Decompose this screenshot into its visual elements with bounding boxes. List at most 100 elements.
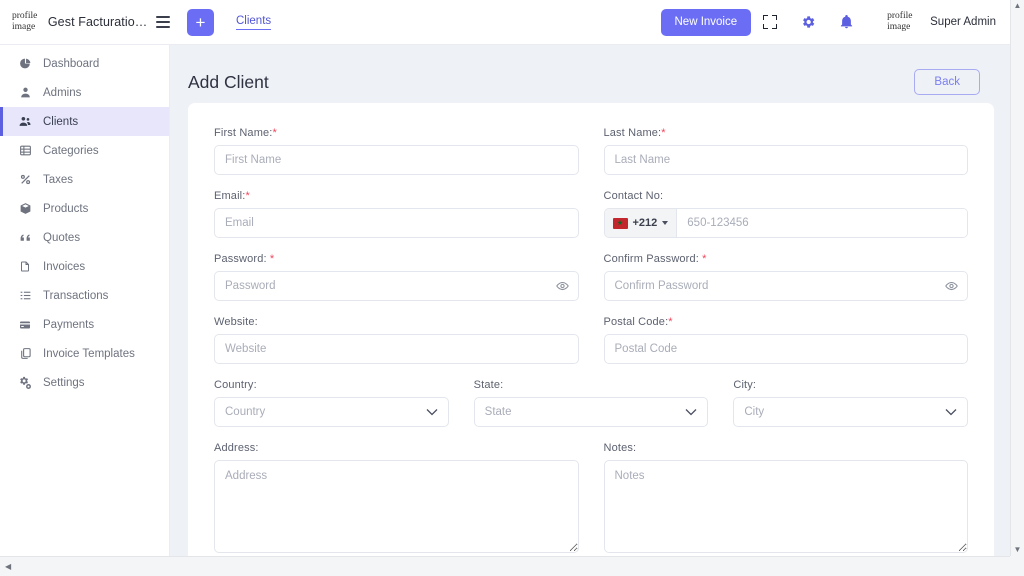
sidebar-item-quotes[interactable]: Quotes [0,223,169,252]
sidebar-item-label: Payments [43,318,95,331]
state-label: State: [473,379,504,391]
city-select[interactable]: City [733,397,969,427]
scroll-down-arrow[interactable]: ▼ [1014,544,1022,556]
sidebar-item-clients[interactable]: Clients [0,107,169,136]
scrollbar-corner [1010,556,1024,576]
user-menu[interactable]: profile image Super Admin [887,11,996,33]
first-name-label: First Name:* [214,127,277,139]
sidebar-item-products[interactable]: Products [0,194,169,223]
sidebar-item-label: Products [43,202,89,215]
sidebar-item-admins[interactable]: Admins [0,78,169,107]
avatar-image-alt: profile image [887,11,913,32]
field-state: State: State [473,379,709,427]
page-title: Add Client [188,71,269,92]
confirm-password-input[interactable] [603,271,968,301]
fullscreen-icon[interactable] [751,0,789,45]
percent-icon [18,173,32,187]
eye-icon[interactable] [555,280,569,293]
notes-textarea[interactable] [603,460,968,553]
credit-card-icon [18,318,32,332]
logo-image-alt: profile image [12,11,38,32]
country-select[interactable]: Country [214,397,449,427]
scroll-up-arrow[interactable]: ▲ [1014,0,1022,12]
sidebar-item-categories[interactable]: Categories [0,136,169,165]
scroll-left-arrow[interactable]: ◀ [0,562,16,571]
required-marker: * [245,190,250,202]
city-label: City: [733,379,757,391]
eye-icon[interactable] [945,280,958,293]
password-label: Password: * [214,253,275,265]
gears-icon [18,376,32,390]
field-address: Address: [214,442,579,553]
sidebar-item-dashboard[interactable]: Dashboard [0,49,169,78]
city-select-wrap: City [733,397,969,427]
state-select[interactable]: State [473,397,709,427]
gear-icon[interactable] [789,0,827,45]
vertical-scrollbar[interactable]: ▲ ▼ [1010,0,1024,556]
hamburger-icon[interactable] [156,16,170,28]
field-first-name: First Name:* [214,127,579,175]
address-textarea[interactable] [214,460,579,553]
main-content: Add Client Back First Name:* Last Name:*… [170,45,1010,556]
sidebar-item-transactions[interactable]: Transactions [0,281,169,310]
required-marker: * [269,253,275,265]
form-row-email-contact: Email:* Contact No: +212 [214,190,968,238]
sidebar: Dashboard Admins Clients Categories Taxe… [0,45,170,556]
contact-no-input[interactable] [677,209,967,237]
postal-code-input[interactable] [603,334,968,364]
add-new-button[interactable]: + [187,8,214,36]
bell-icon[interactable] [827,0,865,45]
country-dial-selector[interactable]: +212 [604,209,678,237]
tab-clients[interactable]: Clients [236,15,272,30]
add-client-form-card: First Name:* Last Name:* Email:* Contact… [188,103,994,556]
required-marker: * [272,127,277,139]
quote-icon [18,231,32,245]
sidebar-item-payments[interactable]: Payments [0,310,169,339]
sidebar-item-taxes[interactable]: Taxes [0,165,169,194]
field-country: Country: Country [214,379,449,427]
sidebar-item-label: Admins [43,86,82,99]
new-invoice-button[interactable]: New Invoice [660,8,752,36]
address-label: Address: [214,442,259,454]
sidebar-item-label: Invoice Templates [43,347,135,360]
required-marker: * [668,316,673,328]
horizontal-scrollbar[interactable]: ◀ ▶ [0,556,1024,576]
form-row-location: Country: Country State: State City: City [214,379,969,427]
sidebar-item-invoices[interactable]: Invoices [0,252,169,281]
last-name-label: Last Name:* [603,127,666,139]
sidebar-item-label: Clients [43,115,79,128]
state-select-wrap: State [473,397,709,427]
dial-code-label: +212 [632,217,658,229]
last-name-input[interactable] [603,145,968,175]
user-name-label: Super Admin [930,16,996,28]
phone-input-group: +212 [603,208,968,238]
copy-icon [18,347,32,361]
sidebar-item-label: Quotes [43,231,81,244]
form-row-names: First Name:* Last Name:* [214,127,968,175]
email-input[interactable] [214,208,579,238]
back-button[interactable]: Back [914,69,980,95]
contact-no-label: Contact No: [603,190,664,202]
sidebar-item-invoice-templates[interactable]: Invoice Templates [0,339,169,368]
required-marker: * [702,253,707,265]
field-postal-code: Postal Code:* [603,316,968,364]
form-row-address-notes: Address: Notes: [214,442,968,553]
website-input[interactable] [214,334,579,364]
sidebar-item-label: Dashboard [43,57,100,70]
field-website: Website: [214,316,579,364]
first-name-input[interactable] [214,145,579,175]
field-last-name: Last Name:* [603,127,968,175]
brand-name: Gest Facturatio… [47,15,148,29]
sidebar-item-label: Transactions [43,289,109,302]
document-icon [18,260,32,274]
password-input[interactable] [214,271,579,301]
user-icon [18,86,32,100]
field-email: Email:* [214,190,579,238]
field-city: City: City [733,379,969,427]
postal-code-label: Postal Code:* [603,316,673,328]
field-contact-no: Contact No: +212 [603,190,968,238]
sidebar-item-label: Settings [43,376,85,389]
list-ordered-icon [18,289,32,303]
morocco-flag-icon [612,217,628,229]
sidebar-item-settings[interactable]: Settings [0,368,169,397]
